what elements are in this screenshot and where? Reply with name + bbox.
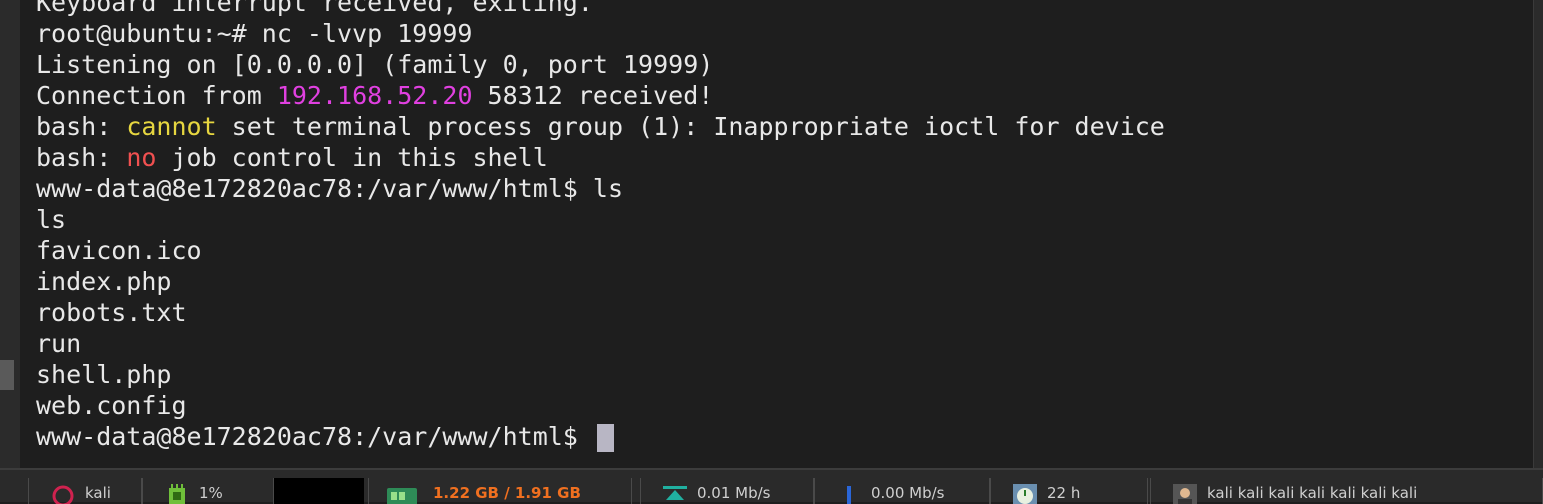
download-bars-icon xyxy=(837,484,861,504)
left-gutter xyxy=(0,0,21,468)
line-text: 58312 received! xyxy=(472,81,714,110)
memory-icon xyxy=(387,484,417,504)
warning-word: cannot xyxy=(126,112,217,141)
cpu-usage: 1% xyxy=(199,484,223,502)
line-text: job control in this shell xyxy=(156,143,548,172)
terminal-line: favicon.ico xyxy=(36,236,202,265)
download-monitor[interactable]: 0.00 Mb/s xyxy=(814,478,990,504)
upload-monitor[interactable]: 0.01 Mb/s xyxy=(640,478,814,504)
terminal-line: robots.txt xyxy=(36,298,187,327)
cpu-monitor[interactable]: 1% xyxy=(142,478,274,504)
load-graph xyxy=(274,478,364,504)
line-text: Connection from xyxy=(36,81,277,110)
kali-menu-button[interactable]: kali xyxy=(28,478,142,504)
terminal-line: run xyxy=(36,329,82,358)
terminal-output: Keyboard interrupt received, exiting. ro… xyxy=(36,0,1165,452)
terminal-line: Keyboard interrupt received, exiting. xyxy=(36,0,593,17)
upload-arrow-icon xyxy=(663,484,687,504)
memory-usage: 1.22 GB / 1.91 GB xyxy=(433,484,581,502)
line-text: bash: xyxy=(36,143,127,172)
terminal-line: Listening on [0.0.0.0] (family 0, port 1… xyxy=(36,50,714,79)
user-avatar-icon xyxy=(1173,484,1197,504)
right-border xyxy=(1533,0,1543,468)
cpu-chip-icon xyxy=(165,484,189,504)
memory-monitor[interactable]: 1.22 GB / 1.91 GB xyxy=(368,478,632,504)
terminal-line: index.php xyxy=(36,267,172,296)
clock-text: 22 h xyxy=(1047,484,1081,502)
terminal-line: bash: no job control in this shell xyxy=(36,142,1165,173)
kali-label: kali xyxy=(85,484,111,502)
ip-address: 192.168.52.20 xyxy=(276,81,473,110)
text-cursor xyxy=(596,424,614,452)
download-rate: 0.00 Mb/s xyxy=(871,484,945,502)
line-text: set terminal process group (1): Inapprop… xyxy=(216,112,1165,141)
user-session[interactable]: kali kali kali kali kali kali kali xyxy=(1150,478,1543,504)
upload-rate: 0.01 Mb/s xyxy=(697,484,771,502)
line-text: bash: xyxy=(36,112,127,141)
debian-swirl-icon xyxy=(51,484,75,504)
clock-icon xyxy=(1013,484,1037,504)
terminal-line: shell.php xyxy=(36,360,172,389)
terminal-line: Connection from 192.168.52.20 58312 rece… xyxy=(36,80,1165,111)
scroll-marker xyxy=(0,360,14,390)
prompt-text: www-data@8e172820ac78:/var/www/html$ xyxy=(36,422,593,451)
terminal-prompt-line[interactable]: www-data@8e172820ac78:/var/www/html$ xyxy=(36,421,1165,452)
terminal-window[interactable]: Keyboard interrupt received, exiting. ro… xyxy=(20,0,1534,468)
terminal-line: web.config xyxy=(36,391,187,420)
clock-widget[interactable]: 22 h xyxy=(990,478,1148,504)
terminal-line: www-data@8e172820ac78:/var/www/html$ ls xyxy=(36,174,623,203)
error-word: no xyxy=(126,143,157,172)
taskbar: kali 1% 1.22 GB / 1.91 GB 0.01 Mb/s 0.00… xyxy=(0,468,1543,504)
terminal-line: ls xyxy=(36,205,67,234)
session-text: kali kali kali kali kali kali kali xyxy=(1207,484,1418,502)
terminal-line: root@ubuntu:~# nc -lvvp 19999 xyxy=(36,19,473,48)
terminal-line: bash: cannot set terminal process group … xyxy=(36,111,1165,142)
